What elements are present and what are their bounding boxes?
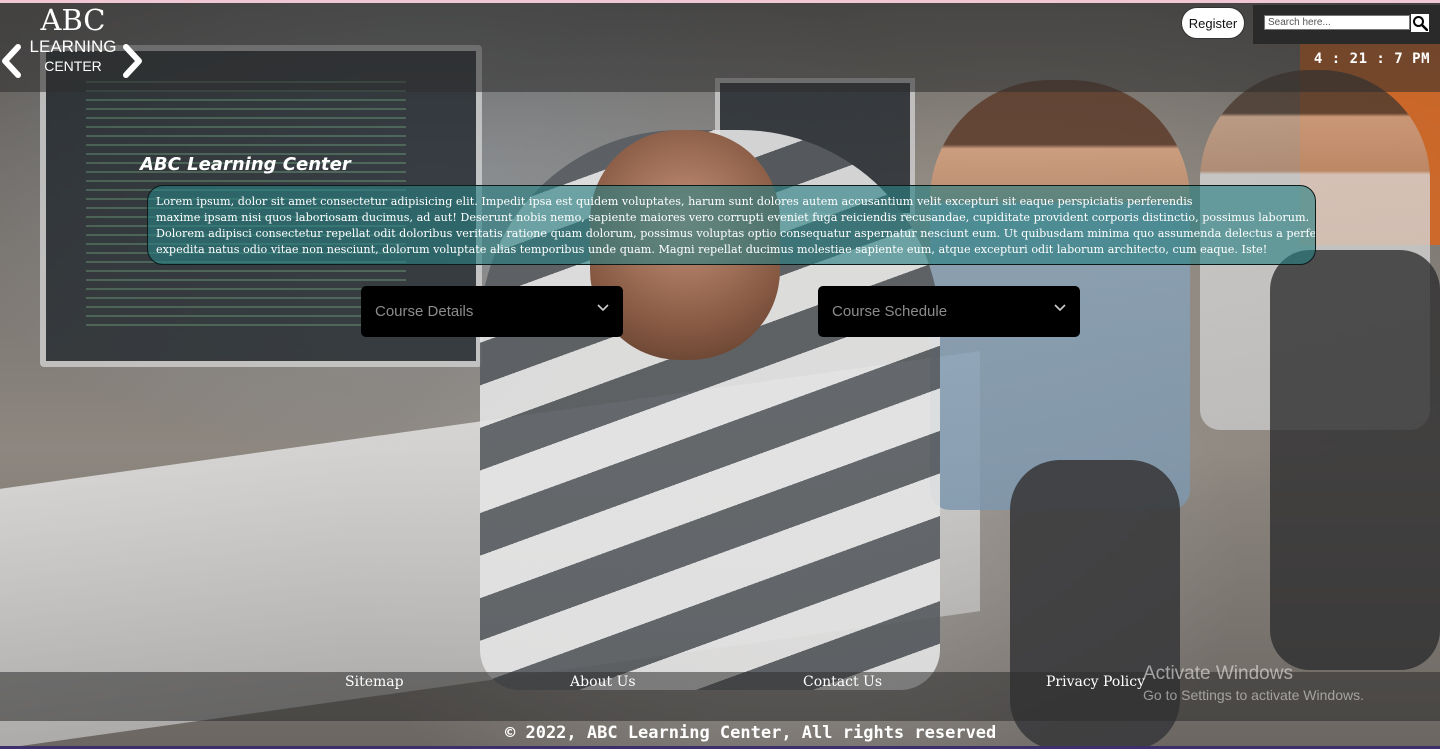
- search-button[interactable]: [1411, 14, 1429, 32]
- hero-description-line: Dolorem adipisci consectetur repellat od…: [156, 227, 1316, 240]
- chevron-down-icon: [597, 304, 609, 314]
- logo-abc-text: ABC: [40, 3, 106, 37]
- chevron-down-icon: [1054, 304, 1066, 314]
- copyright-text: © 2022, ABC Learning Center, All rights …: [505, 723, 997, 743]
- search-icon: [1413, 16, 1428, 31]
- footer-link-contact-us[interactable]: Contact Us: [803, 674, 882, 694]
- clock: 4 : 21 : 7 PM: [1313, 51, 1430, 67]
- course-details-label: Course Details: [375, 303, 474, 320]
- footer-link-sitemap[interactable]: Sitemap: [345, 674, 404, 694]
- page: ABC LEARNING CENTER Register 4 : 21 : 7 …: [0, 0, 1440, 749]
- hero-description: Lorem ipsum, dolor sit amet consectetur …: [147, 185, 1316, 265]
- footer-link-privacy-policy[interactable]: Privacy Policy: [1046, 674, 1145, 694]
- activate-windows-subtitle: Go to Settings to activate Windows.: [1143, 687, 1364, 703]
- course-details-dropdown[interactable]: Course Details: [361, 286, 623, 337]
- logo-learning-text: LEARNING: [29, 37, 117, 56]
- footer-link-about-us[interactable]: About Us: [570, 674, 636, 694]
- logo-center-text: CENTER: [44, 58, 102, 74]
- logo[interactable]: ABC LEARNING CENTER: [0, 3, 150, 89]
- course-schedule-dropdown[interactable]: Course Schedule: [818, 286, 1080, 337]
- course-schedule-label: Course Schedule: [832, 303, 948, 320]
- background-chair: [1270, 250, 1440, 670]
- search-input[interactable]: [1264, 15, 1410, 30]
- hero-description-line: expedita natus odio vitae non nesciunt, …: [156, 243, 1268, 256]
- activate-windows-title: Activate Windows: [1143, 663, 1293, 684]
- chevron-left-icon: [0, 43, 22, 79]
- hero-description-line: maxime ipsam nisi quos laboriosam ducimu…: [156, 211, 1310, 224]
- chevron-right-icon: [122, 43, 144, 79]
- hero-description-line: Lorem ipsum, dolor sit amet consectetur …: [156, 195, 1193, 208]
- hero-title: ABC Learning Center: [140, 154, 351, 175]
- register-button[interactable]: Register: [1181, 7, 1245, 39]
